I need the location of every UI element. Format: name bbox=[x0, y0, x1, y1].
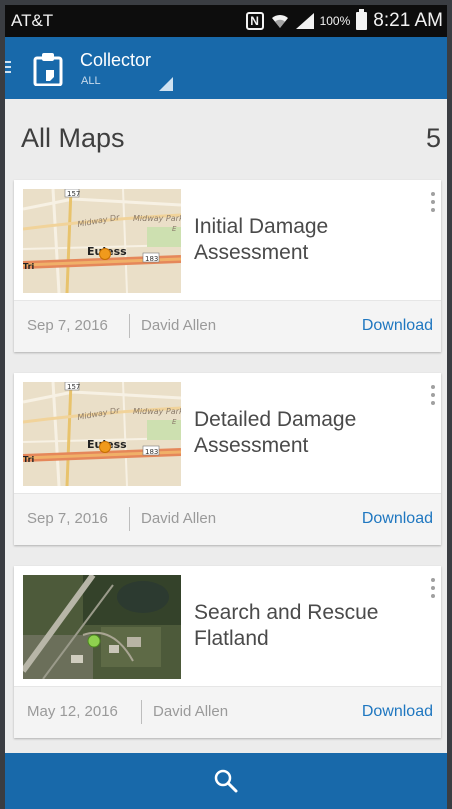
map-card-footer: May 12, 2016 David Allen Download bbox=[14, 686, 441, 738]
footer-divider bbox=[141, 700, 142, 724]
map-thumbnail[interactable] bbox=[23, 575, 181, 679]
app-bar: Collector ALL bbox=[5, 37, 447, 99]
status-indicators: N 100% 8:21 AM bbox=[245, 9, 443, 32]
app-title[interactable]: Collector bbox=[80, 50, 151, 71]
footer-divider bbox=[129, 314, 130, 338]
map-card-body[interactable]: 157 Midway Dr Midway Park E Euless 183 T… bbox=[14, 373, 441, 493]
wifi-icon bbox=[271, 14, 288, 28]
park-label: Midway Park bbox=[133, 407, 181, 416]
map-date: Sep 7, 2016 bbox=[27, 510, 108, 527]
download-button[interactable]: Download bbox=[362, 703, 433, 721]
hamburger-icon[interactable] bbox=[5, 61, 11, 75]
overflow-menu-icon[interactable] bbox=[431, 385, 435, 407]
map-author: David Allen bbox=[153, 703, 229, 720]
map-count: 5 bbox=[425, 123, 441, 153]
highway-shield-label: 183 bbox=[145, 448, 158, 456]
battery-percent: 100% bbox=[319, 14, 351, 28]
map-thumbnail[interactable]: 157 Midway Dr Midway Park E Euless 183 T… bbox=[23, 382, 181, 486]
road-shield-label: 157 bbox=[67, 383, 80, 391]
map-card-body[interactable]: 157 Midway Dr Midway Park E Euless 183 T… bbox=[14, 180, 441, 300]
map-card[interactable]: 157 Midway Dr Midway Park E Euless 183 T… bbox=[14, 373, 441, 545]
app-screen: AT&T N 100% 8:21 AM Collector ALL All Ma… bbox=[5, 5, 447, 809]
map-card[interactable]: 157 Midway Dr Midway Park E Euless 183 T… bbox=[14, 180, 441, 352]
app-subtitle[interactable]: ALL bbox=[81, 75, 101, 87]
search-icon[interactable] bbox=[213, 768, 239, 794]
highway-shield-label: 183 bbox=[145, 255, 158, 263]
side-label: E bbox=[172, 225, 177, 233]
overflow-menu-icon[interactable] bbox=[431, 192, 435, 214]
nfc-icon: N bbox=[245, 12, 264, 30]
map-card-footer: Sep 7, 2016 David Allen Download bbox=[14, 493, 441, 545]
edge-label: Tri bbox=[23, 455, 35, 464]
map-date: May 12, 2016 bbox=[27, 703, 118, 720]
map-date: Sep 7, 2016 bbox=[27, 317, 108, 334]
battery-icon bbox=[356, 9, 368, 30]
map-title[interactable]: Initial Damage Assessment bbox=[194, 214, 414, 266]
side-label: E bbox=[172, 418, 177, 426]
footer-divider bbox=[129, 507, 130, 531]
park-label: Midway Park bbox=[133, 214, 181, 223]
map-card-footer: Sep 7, 2016 David Allen Download bbox=[14, 300, 441, 352]
map-author: David Allen bbox=[141, 317, 217, 334]
download-button[interactable]: Download bbox=[362, 317, 433, 335]
status-bar: AT&T N 100% 8:21 AM bbox=[5, 5, 447, 37]
download-button[interactable]: Download bbox=[362, 510, 433, 528]
map-title[interactable]: Search and Rescue Flatland bbox=[194, 600, 414, 652]
overflow-menu-icon[interactable] bbox=[431, 578, 435, 600]
carrier-label: AT&T bbox=[11, 11, 54, 30]
edge-label: Tri bbox=[23, 262, 35, 271]
map-author: David Allen bbox=[141, 510, 217, 527]
clock: 8:21 AM bbox=[373, 10, 443, 31]
signal-icon bbox=[295, 13, 314, 29]
map-thumbnail[interactable]: 157 Midway Dr Midway Park E Euless 183 T… bbox=[23, 189, 181, 293]
map-card[interactable]: Search and Rescue Flatland May 12, 2016 … bbox=[14, 566, 441, 738]
map-title[interactable]: Detailed Damage Assessment bbox=[194, 407, 414, 459]
map-card-body[interactable]: Search and Rescue Flatland bbox=[14, 566, 441, 686]
bottom-action-bar bbox=[5, 753, 447, 809]
dropdown-corner-icon[interactable] bbox=[159, 77, 173, 91]
road-shield-label: 157 bbox=[67, 190, 80, 198]
page-title: All Maps bbox=[21, 123, 125, 153]
clipboard-icon[interactable] bbox=[33, 52, 63, 86]
